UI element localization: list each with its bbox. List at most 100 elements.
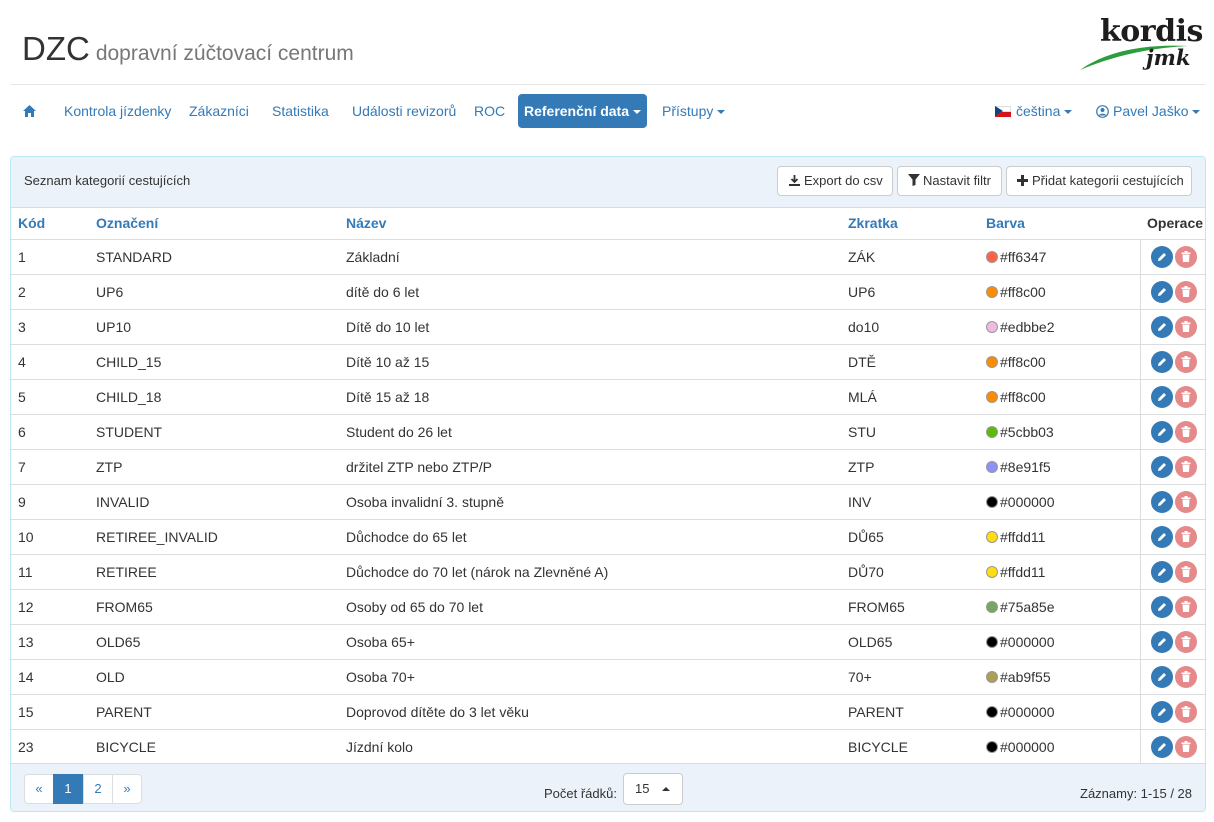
header: DZC dopravní zúčtovací centrum kordis jmk bbox=[0, 0, 1214, 85]
nav-item-statistics[interactable]: Statistika bbox=[272, 94, 329, 128]
color-swatch bbox=[986, 671, 998, 683]
delete-button[interactable] bbox=[1175, 701, 1197, 723]
column-header-code[interactable]: Kód bbox=[11, 207, 89, 240]
column-header-name[interactable]: Název bbox=[339, 207, 841, 240]
edit-button[interactable] bbox=[1151, 456, 1173, 478]
edit-button[interactable] bbox=[1151, 631, 1173, 653]
edit-button[interactable] bbox=[1151, 386, 1173, 408]
export-csv-button[interactable]: Export do csv bbox=[777, 166, 893, 196]
delete-button[interactable] bbox=[1175, 456, 1197, 478]
table-row: 3 UP10 Dítě do 10 let do10 #edbbe2 bbox=[11, 309, 1205, 345]
user-dropdown[interactable]: Pavel Jaško bbox=[1096, 94, 1201, 128]
cell-abbreviation: BICYCLE bbox=[841, 729, 979, 765]
pencil-icon bbox=[1158, 708, 1166, 716]
pencil-icon bbox=[1158, 638, 1166, 646]
color-hex: #000000 bbox=[1000, 704, 1055, 720]
delete-button[interactable] bbox=[1175, 631, 1197, 653]
home-icon[interactable] bbox=[23, 94, 36, 128]
edit-button[interactable] bbox=[1151, 561, 1173, 583]
nav-item-inspector-events[interactable]: Události revizorů bbox=[352, 94, 456, 128]
set-filter-label: Nastavit filtr bbox=[923, 173, 991, 188]
nav-item-access[interactable]: Přístupy bbox=[662, 94, 726, 128]
delete-button[interactable] bbox=[1175, 491, 1197, 513]
cell-code: 15 bbox=[11, 694, 89, 730]
language-dropdown[interactable]: čeština bbox=[995, 94, 1073, 128]
pagination-page-2[interactable]: 2 bbox=[83, 774, 113, 804]
cell-abbreviation: DŮ65 bbox=[841, 519, 979, 555]
cell-label: OLD bbox=[89, 659, 339, 695]
edit-button[interactable] bbox=[1151, 421, 1173, 443]
edit-button[interactable] bbox=[1151, 596, 1173, 618]
table-row: 15 PARENT Doprovod dítěte do 3 let věku PAR… bbox=[11, 694, 1205, 730]
user-icon bbox=[1096, 105, 1109, 118]
records-count: Záznamy: 1-15 / 28 bbox=[1080, 786, 1192, 801]
trash-icon bbox=[1181, 391, 1191, 402]
color-swatch bbox=[986, 601, 998, 613]
edit-button[interactable] bbox=[1151, 736, 1173, 758]
delete-button[interactable] bbox=[1175, 386, 1197, 408]
delete-button[interactable] bbox=[1175, 666, 1197, 688]
cell-label: STUDENT bbox=[89, 414, 339, 450]
edit-button[interactable] bbox=[1151, 701, 1173, 723]
pencil-icon bbox=[1158, 323, 1166, 331]
cell-name: Osoby od 65 do 70 let bbox=[339, 589, 841, 625]
delete-button[interactable] bbox=[1175, 561, 1197, 583]
cell-operations bbox=[1139, 484, 1205, 520]
cell-color: #8e91f5 bbox=[979, 449, 1140, 485]
cell-operations bbox=[1139, 519, 1205, 555]
cell-code: 2 bbox=[11, 274, 89, 310]
color-hex: #ff6347 bbox=[1000, 249, 1047, 265]
user-name: Pavel Jaško bbox=[1113, 103, 1189, 119]
cell-code: 4 bbox=[11, 344, 89, 380]
edit-button[interactable] bbox=[1151, 491, 1173, 513]
cell-operations bbox=[1139, 694, 1205, 730]
brand[interactable]: DZC dopravní zúčtovací centrum bbox=[22, 30, 354, 68]
nav-item-ticket-check[interactable]: Kontrola jízdenky bbox=[64, 94, 171, 128]
delete-button[interactable] bbox=[1175, 351, 1197, 373]
delete-button[interactable] bbox=[1175, 736, 1197, 758]
cell-code: 10 bbox=[11, 519, 89, 555]
pagination-page-1[interactable]: 1 bbox=[53, 774, 83, 804]
cell-operations bbox=[1139, 589, 1205, 625]
chevron-down-icon bbox=[1192, 110, 1201, 115]
caret-up-icon bbox=[662, 787, 670, 791]
cell-code: 14 bbox=[11, 659, 89, 695]
add-category-button[interactable]: Přidat kategorii cestujících bbox=[1006, 166, 1192, 196]
cell-label: UP10 bbox=[89, 309, 339, 345]
nav-item-reference-data[interactable]: Referenční data bbox=[518, 94, 647, 128]
edit-button[interactable] bbox=[1151, 351, 1173, 373]
edit-button[interactable] bbox=[1151, 246, 1173, 268]
add-category-label: Přidat kategorii cestujících bbox=[1032, 173, 1184, 188]
set-filter-button[interactable]: Nastavit filtr bbox=[897, 166, 1002, 196]
delete-button[interactable] bbox=[1175, 281, 1197, 303]
chevron-down-icon bbox=[717, 110, 726, 115]
nav-item-roc[interactable]: ROC bbox=[474, 94, 505, 128]
pencil-icon bbox=[1158, 393, 1166, 401]
column-header-color[interactable]: Barva bbox=[979, 207, 1140, 240]
delete-button[interactable] bbox=[1175, 596, 1197, 618]
color-swatch bbox=[986, 741, 998, 753]
delete-button[interactable] bbox=[1175, 316, 1197, 338]
delete-button[interactable] bbox=[1175, 421, 1197, 443]
edit-button[interactable] bbox=[1151, 666, 1173, 688]
nav-item-customers[interactable]: Zákazníci bbox=[189, 94, 249, 128]
rows-per-page-select[interactable]: 15 bbox=[623, 773, 683, 805]
delete-button[interactable] bbox=[1175, 526, 1197, 548]
logo-text-top: kordis bbox=[1100, 14, 1203, 49]
czech-flag-icon bbox=[995, 106, 1011, 117]
pagination-next[interactable]: » bbox=[112, 774, 142, 804]
edit-button[interactable] bbox=[1151, 526, 1173, 548]
cell-label: CHILD_18 bbox=[89, 379, 339, 415]
pagination-prev[interactable]: « bbox=[24, 774, 54, 804]
edit-button[interactable] bbox=[1151, 316, 1173, 338]
delete-button[interactable] bbox=[1175, 246, 1197, 268]
column-header-label[interactable]: Označení bbox=[89, 207, 339, 240]
pencil-icon bbox=[1158, 673, 1166, 681]
cell-name: držitel ZTP nebo ZTP/P bbox=[339, 449, 841, 485]
cell-color: #ff8c00 bbox=[979, 274, 1140, 310]
cell-abbreviation: 70+ bbox=[841, 659, 979, 695]
cell-color: #75a85e bbox=[979, 589, 1140, 625]
cell-color: #000000 bbox=[979, 694, 1140, 730]
column-header-abbreviation[interactable]: Zkratka bbox=[841, 207, 979, 240]
edit-button[interactable] bbox=[1151, 281, 1173, 303]
